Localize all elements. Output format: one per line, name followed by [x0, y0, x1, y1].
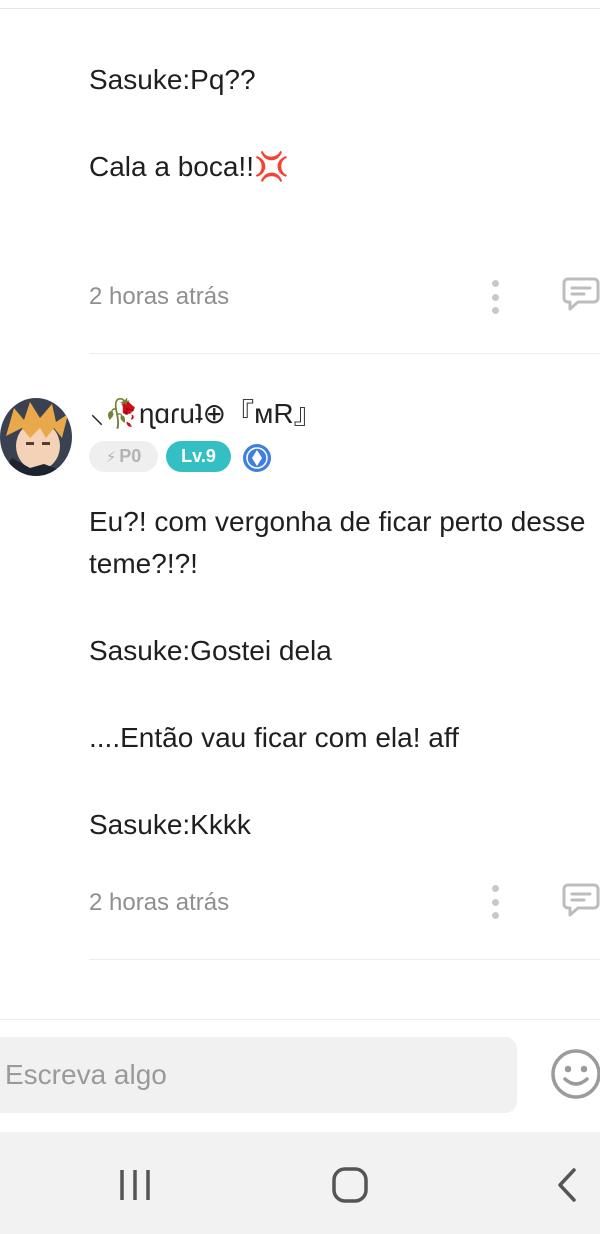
- comment-input[interactable]: [0, 1037, 517, 1113]
- shield-badge-icon: [242, 443, 272, 473]
- comment-2-line-5: Sasuke:Kkkk: [89, 809, 251, 840]
- reply-bubble-icon: [562, 883, 600, 917]
- comment-2-line-1: Eu?! com vergonha de ficar perto desse: [89, 506, 586, 537]
- home-button[interactable]: [325, 1160, 375, 1210]
- composer-divider: [0, 1019, 600, 1020]
- emoji-button[interactable]: [550, 1047, 600, 1101]
- top-divider: [0, 8, 600, 9]
- points-badge-label: P0: [119, 446, 142, 466]
- lightning-icon: ⚡︎: [105, 448, 117, 466]
- system-navigation-bar: [0, 1132, 600, 1234]
- reply-bubble-icon: [562, 277, 600, 311]
- back-icon: [558, 1168, 576, 1202]
- comment-1-line-2: Cala a boca!!💢: [89, 151, 289, 182]
- comment-2-line-2: teme?!?!: [89, 548, 198, 579]
- comment-1-line-1: Sasuke:Pq??: [89, 64, 256, 95]
- recents-button[interactable]: [110, 1160, 160, 1210]
- comment-2-more-button[interactable]: [485, 885, 505, 919]
- smiley-icon: [551, 1049, 600, 1099]
- more-vertical-icon-dot: [491, 280, 499, 287]
- comment-separator: [89, 353, 600, 354]
- comment-2-line-4: ....Então vau ficar com ela! aff: [89, 722, 459, 753]
- avatar-image: [0, 398, 72, 476]
- comment-2-line-3: Sasuke:Gostei dela: [89, 635, 332, 666]
- comment-input-box[interactable]: [0, 1037, 517, 1113]
- comment-2-reply-button[interactable]: [562, 882, 600, 918]
- comment-separator: [89, 959, 600, 960]
- comment-1-timestamp: 2 horas atrás: [89, 283, 230, 310]
- comment-1-reply-button[interactable]: [562, 276, 600, 312]
- points-badge: ⚡︎ P0: [89, 441, 158, 472]
- recents-icon: [120, 1170, 150, 1200]
- comment-1-more-button[interactable]: [485, 280, 505, 314]
- avatar[interactable]: [0, 398, 72, 476]
- comment-2-timestamp: 2 horas atrás: [89, 889, 230, 916]
- author-username[interactable]: ⸜🥀ɳɑɾuʇ⊕『ᴍR』: [90, 396, 322, 432]
- level-badge: Lv.9: [166, 441, 231, 472]
- more-vertical-icon-dot: [491, 885, 499, 892]
- home-icon: [332, 1167, 368, 1203]
- back-button[interactable]: [542, 1160, 592, 1210]
